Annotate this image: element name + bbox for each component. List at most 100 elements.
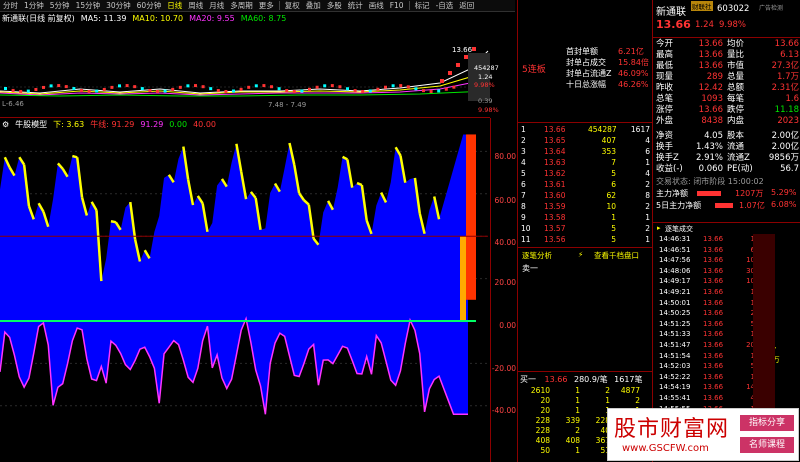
bid-row[interactable]: 4 13.63 7 1 [518,158,652,168]
tick-volume: 1 [733,352,755,361]
bid-row[interactable]: 5 13.62 5 4 [518,169,652,179]
bid-row[interactable]: 3 13.64 353 6 [518,147,652,157]
tick-price: 13.66 [703,394,724,402]
candle [148,89,152,93]
depth-link[interactable]: 查看千档盘口 [594,250,639,261]
quote-value-2: 1.6 [785,94,799,104]
bid-level: 1 [521,125,526,134]
bid-row[interactable]: 9 13.58 1 1 [518,213,652,223]
news-tag[interactable]: 财联社 [691,1,713,11]
bid-row[interactable]: 10 13.57 5 2 [518,224,652,234]
lu-value: 15.84倍 [618,58,649,67]
toolbar-item-16[interactable]: F10 [387,0,407,12]
main-net-bar [697,191,721,196]
quote-value: 13.66 [698,39,723,49]
toolbar-item-2[interactable]: 5分钟 [47,0,73,12]
candle [178,85,182,89]
main-5d-value: 1.07亿 [739,201,765,210]
quote-row: 最低 13.66 市值 27.3亿 [653,61,800,72]
stock-name: 新通联 [656,7,686,18]
candle [186,84,190,88]
quote-value-2: 2.00亿 [771,142,799,152]
queue-cell: 1 [575,406,580,415]
tick-time: 14:50:25 [659,309,691,318]
toolbar-item-4[interactable]: 30分钟 [103,0,134,12]
toolbar-item-10[interactable]: 更多 [256,0,277,12]
watermark-tag-2: 名师课程 [740,437,794,453]
buy1-row: 买一 13.66 280.9/笔 1617笔 [520,374,643,385]
quote-label-2: 总额 [727,83,745,93]
tick-analysis-link[interactable]: 逐笔分析 [522,250,552,261]
trade-state: 交易状态: 闭市阶段 15:00:02 [656,177,764,186]
tick-time: 14:46:31 [659,235,691,243]
indicator-panel[interactable] [0,118,490,462]
side-label-2: 9.98% [478,106,499,114]
tick-row: 14:52:2213.661↑ [653,373,800,382]
main-5d-pct: 6.08% [771,200,797,209]
queue-row: 2610 1 2 4877 [518,386,652,396]
bid-price: 13.62 [544,169,566,178]
toolbar-item-8[interactable]: 月线 [206,0,227,12]
toolbar-item-17[interactable]: 标记 [412,0,433,12]
toolbar-item-6[interactable]: 日线 [164,0,185,12]
toolbar-item-7[interactable]: 周线 [185,0,206,12]
buy1-label: 买一 [520,375,536,384]
tick-list-title[interactable]: 逐笔成交 [665,224,693,234]
bid-row[interactable]: 2 13.65 407 4 [518,136,652,146]
quote-value: 1.43% [695,142,723,152]
quote-label: 净资 [656,131,674,141]
lightning-icon: ⚡ [578,250,584,259]
tick-price: 13.66 [703,319,724,328]
toolbar-item-13[interactable]: 多股 [324,0,345,12]
side-label-1: 0.39 [478,97,493,105]
bid-row[interactable]: 8 13.59 10 2 [518,202,652,212]
toolbar-item-1[interactable]: 1分钟 [21,0,47,12]
toolbar-item-12[interactable]: 叠加 [303,0,324,12]
quote-row: 昨收 12.42 总额 2.31亿 [653,83,800,94]
toolbar-item-9[interactable]: 多周期 [227,0,256,12]
quote-value: 8438 [701,116,723,126]
toolbar-separator [408,1,410,10]
candle [361,89,365,93]
tick-volume: 1 [733,288,755,297]
tick-price: 13.66 [703,351,724,360]
low-label: L-6.46 [2,100,24,108]
bid-level: 8 [521,202,526,211]
toolbar-item-15[interactable]: 画线 [366,0,387,12]
vol-label-1: 454287 [474,64,499,72]
bid-row[interactable]: 7 13.60 62 8 [518,191,652,201]
queue-cell: 2 [575,426,580,435]
candle [247,85,251,89]
bid-row[interactable]: 6 13.61 6 2 [518,180,652,190]
tick-row: 14:47:5613.6610↑ [653,256,800,265]
toolbar-item-19[interactable]: 返回 [456,0,477,12]
quote-value: 1093 [701,94,723,104]
quote-row: 总笔 1093 每笔 1.6 [653,94,800,105]
tick-price: 13.66 [703,298,724,307]
price-panel[interactable]: 13.66 L-6.46 7.48 - 7.49 454287 1.24 9.9… [0,25,499,118]
toolbar-item-11[interactable]: 复权 [282,0,303,12]
queue-cell: 228 [535,416,550,425]
limit-up-line: 封单占成交 15.84倍 [518,57,652,68]
quote-value-2: 56.7 [780,164,799,174]
toolbar-item-18[interactable]: -自选 [433,0,457,12]
candle [368,89,372,93]
queue-cell: 4877 [620,386,640,395]
toolbar-item-14[interactable]: 统计 [345,0,366,12]
toolbar-item-3[interactable]: 15分钟 [73,0,104,12]
candle [26,89,30,93]
bid-row[interactable]: 1 13.66 454287 1617 [518,125,652,135]
candle [384,85,387,89]
toolbar-item-0[interactable]: 分时 [0,0,21,12]
axis-tick-label: -40.00 [491,406,516,415]
quote-row: 换手 1.43% 流通 2.00亿 [653,142,800,153]
toolbar-item-5[interactable]: 60分钟 [134,0,165,12]
bid-volume: 5 [611,224,616,233]
bid-row[interactable]: 11 13.56 5 1 [518,235,652,245]
main-net-value: 1207万 [735,189,764,198]
quote-value-2: 6.13 [780,50,799,60]
candle [133,85,137,89]
candle [201,85,205,89]
candle [472,47,476,51]
bid-level: 9 [521,213,526,222]
